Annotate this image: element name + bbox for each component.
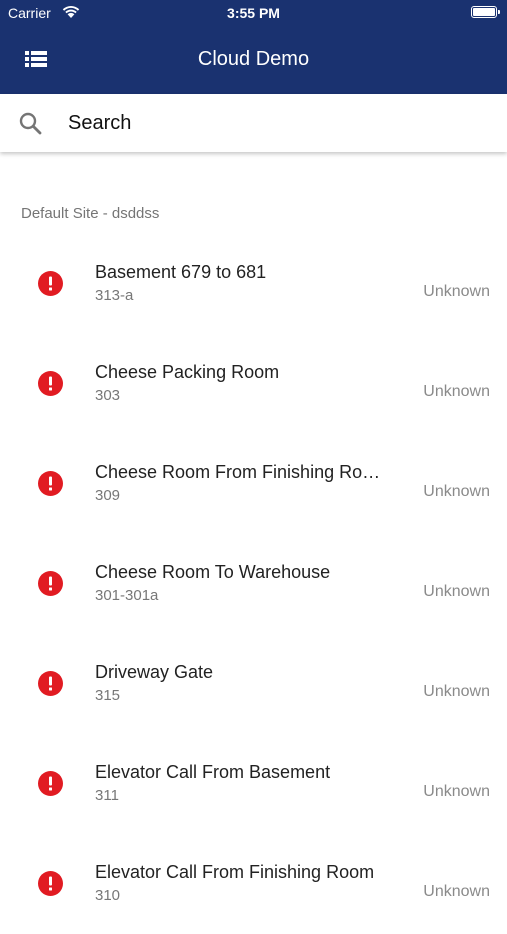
item-title: Cheese Room From Finishing Ro… [95, 462, 381, 482]
status-time: 3:55 PM [227, 5, 280, 21]
section-header: Default Site - dsddss [21, 205, 160, 222]
item-title: Basement 679 to 681 [95, 262, 267, 282]
item-subtitle: 301-301a [95, 587, 159, 604]
item-title: Driveway Gate [95, 662, 214, 682]
item-status: Unknown [423, 883, 490, 900]
item-subtitle: 315 [95, 687, 121, 704]
alert-icon [38, 871, 63, 896]
item-status: Unknown [423, 383, 490, 400]
alert-icon [38, 771, 63, 796]
item-title: Cheese Room To Warehouse [95, 562, 331, 582]
item-status: Unknown [423, 283, 490, 300]
page-title: Cloud Demo [197, 48, 310, 70]
alert-icon [38, 671, 63, 696]
item-subtitle: 303 [95, 387, 121, 404]
alert-icon [38, 471, 63, 496]
battery-cap [498, 10, 500, 14]
item-title: Cheese Packing Room [95, 362, 280, 382]
item-subtitle: 313-a [95, 287, 134, 304]
alert-icon [38, 571, 63, 596]
battery-icon [471, 6, 497, 18]
alert-icon [38, 371, 63, 396]
item-subtitle: 310 [95, 887, 121, 904]
search-input[interactable] [68, 104, 488, 142]
item-subtitle: 309 [95, 487, 121, 504]
list-item[interactable]: Elevator Call From Finishing Room 310 Unkn… [0, 834, 507, 934]
search-bar [0, 94, 507, 152]
app-header: Carrier 3:55 PM Cloud Demo [0, 0, 507, 94]
list-item[interactable]: Cheese Packing Room 303 Unknown [0, 334, 507, 434]
item-title: Elevator Call From Basement [95, 762, 331, 782]
status-bar: Carrier 3:55 PM [0, 0, 507, 28]
item-status: Unknown [423, 483, 490, 500]
item-status: Unknown [423, 783, 490, 800]
item-status: Unknown [423, 683, 490, 700]
item-status: Unknown [423, 583, 490, 600]
list-item[interactable]: Basement 679 to 681 313-a Unknown [0, 234, 507, 334]
item-title: Elevator Call From Finishing Room [95, 862, 375, 882]
alert-icon [38, 271, 63, 296]
door-list: Basement 679 to 681 313-a Unknown Cheese Pa… [0, 234, 507, 934]
list-item[interactable]: Cheese Room From Finishing Ro… 309 Unknown [0, 434, 507, 534]
item-subtitle: 311 [95, 787, 119, 804]
search-icon[interactable] [18, 111, 42, 135]
list-item[interactable]: Elevator Call From Basement 311 Unknown [0, 734, 507, 834]
list-item[interactable]: Driveway Gate 315 Unknown [0, 634, 507, 734]
list-item[interactable]: Cheese Room To Warehouse 301-301a Unknown [0, 534, 507, 634]
